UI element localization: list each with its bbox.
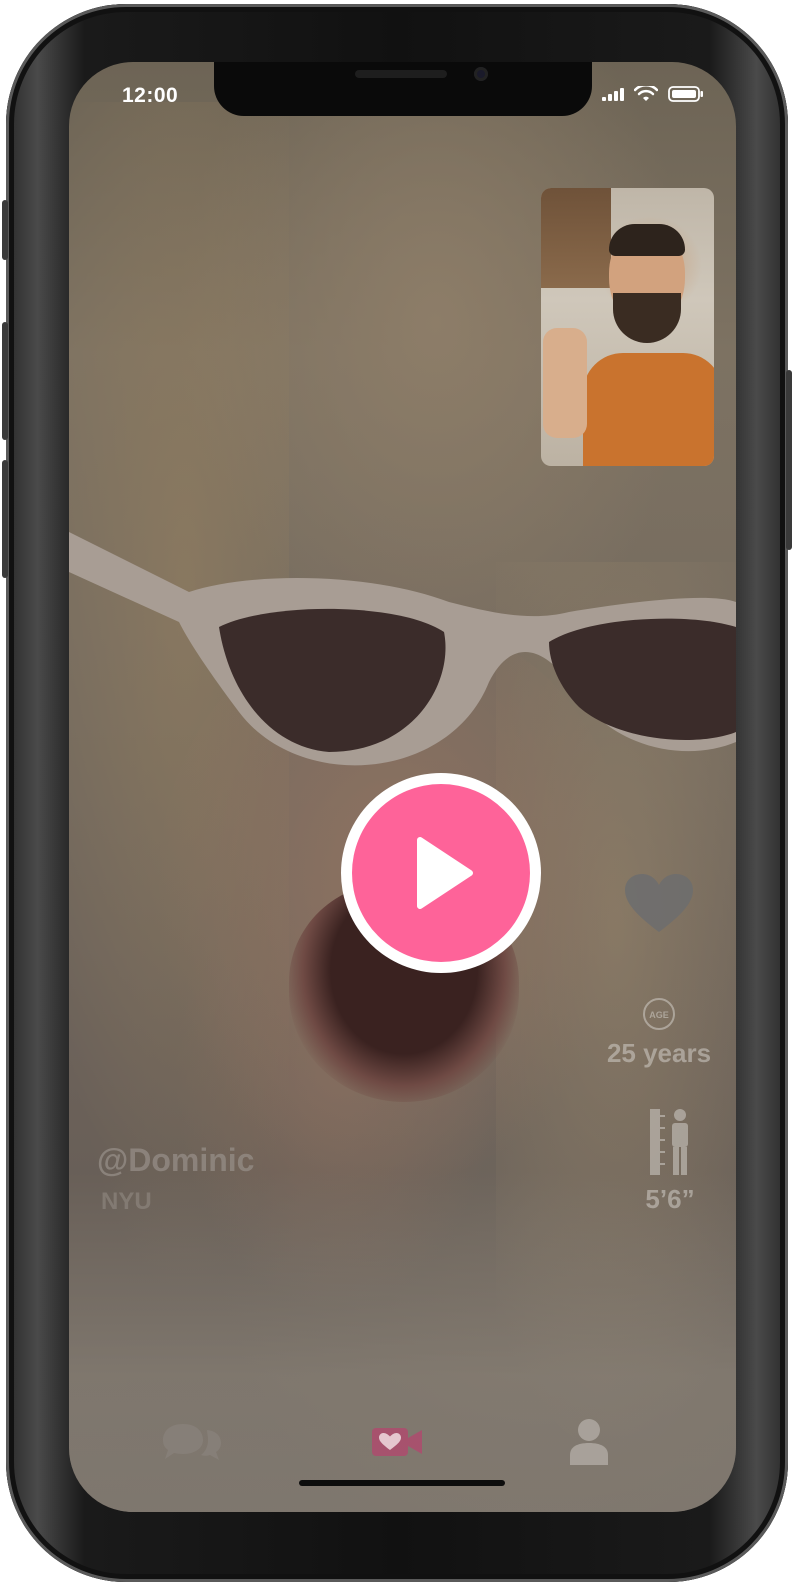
school-name: NYU [101,1188,152,1215]
svg-text:AGE: AGE [649,1010,669,1020]
play-button[interactable] [341,773,541,973]
cellular-signal-icon [602,88,624,101]
power-button [786,370,792,550]
profile-person-icon [570,1419,608,1465]
video-call-screen: 12:00 AGE 25 years 5’6” @Dominic NYU [69,62,736,1512]
phone-frame: 12:00 AGE 25 years 5’6” @Dominic NYU [2,4,792,1582]
tab-chats[interactable] [157,1414,227,1470]
status-bar-time: 12:00 [122,84,179,107]
self-view-video[interactable] [541,188,714,466]
height-ruler-person-icon [650,1109,688,1175]
height-value: 5’6” [645,1184,695,1214]
home-indicator[interactable] [299,1480,505,1486]
notch [214,62,592,116]
tab-video-chat[interactable] [367,1414,427,1470]
wifi-icon [634,86,658,101]
video-heart-icon [372,1428,422,1456]
front-camera [474,67,488,81]
sunglasses-graphic [69,532,736,766]
volume-up-button [2,322,8,440]
battery-icon [668,86,703,102]
height-info: 5’6” [625,1107,715,1215]
age-value: 25 years [606,1038,712,1068]
volume-down-button [2,460,8,578]
age-icon: AGE [643,998,675,1030]
tab-profile[interactable] [561,1414,617,1470]
silent-switch [2,200,8,260]
play-icon [417,837,473,909]
username[interactable]: @Dominic [97,1142,254,1179]
age-info: AGE 25 years [589,997,729,1069]
chat-bubbles-icon [163,1424,221,1460]
earpiece-speaker [355,70,447,78]
tab-bar [69,1392,736,1512]
status-bar-icons [602,86,704,102]
heart-icon[interactable] [625,874,693,934]
